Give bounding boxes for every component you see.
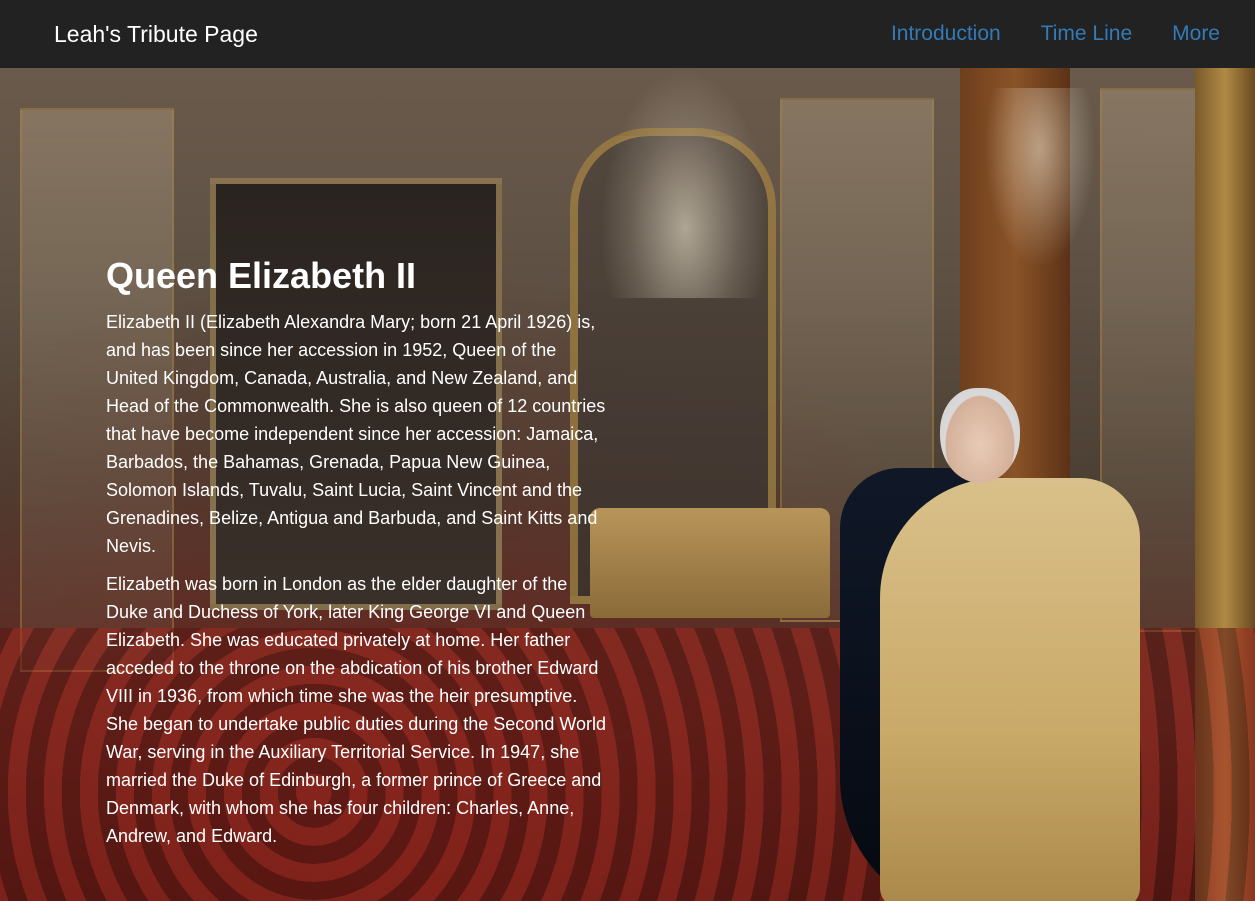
hero-section: Queen Elizabeth II Elizabeth II (Elizabe… [0,68,1255,901]
queen-head [940,388,1020,483]
brand-link[interactable]: Leah's Tribute Page [54,21,258,48]
sofa [590,508,830,618]
chandelier [600,68,770,298]
biography-paragraph: Elizabeth was born in London as the elde… [106,574,607,846]
nav-links: Introduction Time Line More [891,22,1220,46]
navbar: Leah's Tribute Page Introduction Time Li… [0,0,1255,68]
queen-gown [880,478,1140,901]
queen-portrait [840,388,1140,901]
intro-paragraph: Elizabeth II (Elizabeth Alexandra Mary; … [106,312,606,556]
sconce [975,88,1105,288]
nav-link-time-line[interactable]: Time Line [1041,22,1132,46]
tribute-text: Queen Elizabeth II Elizabeth II (Elizabe… [106,254,611,860]
page-title: Queen Elizabeth II [106,255,417,296]
nav-link-more[interactable]: More [1172,22,1220,46]
nav-link-introduction[interactable]: Introduction [891,22,1001,46]
